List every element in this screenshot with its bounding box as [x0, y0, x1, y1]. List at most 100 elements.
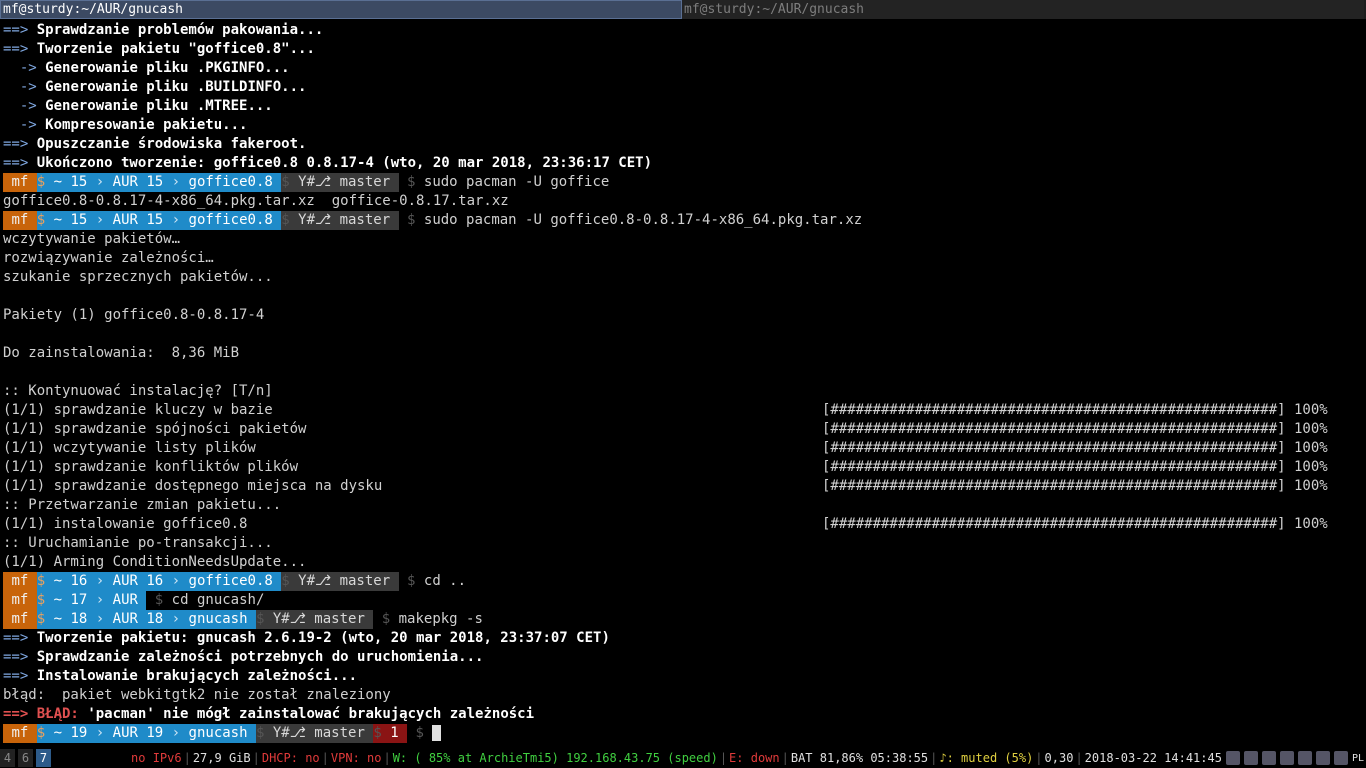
volume-status: ♪: muted (5%) [939, 751, 1034, 765]
progress-label: (1/1) instalowanie goffice0.8 [3, 516, 248, 532]
output-line: Pakiety (1) goffice0.8-0.8.17-4 [3, 307, 265, 323]
output-text: Ukończono tworzenie: goffice0.8 0.8.17-4… [36, 155, 653, 171]
output-line: ==> Sprawdzanie zależności potrzebnych d… [0, 648, 1366, 667]
prompt-user: mf [3, 173, 37, 192]
prompt-user: mf [3, 211, 37, 230]
battery-status: BAT 81,86% 05:38:55 [790, 751, 929, 765]
error-arrow: ==> [3, 706, 37, 722]
workspace-button[interactable]: 6 [18, 749, 33, 767]
output-line: -> Kompresowanie pakietu... [0, 116, 1366, 135]
tab-terminal-2[interactable]: mf@sturdy:~/AUR/gnucash [682, 0, 1364, 19]
output-text: Instalowanie brakujących zależności... [36, 668, 358, 684]
dhcp-status: DHCP: no [261, 751, 320, 765]
discord-tray-icon[interactable] [1297, 751, 1312, 765]
command-text: cd .. [423, 573, 467, 589]
output-line: -> Generowanie pliku .MTREE... [0, 97, 1366, 116]
error-label: BŁĄD: [36, 706, 79, 722]
prompt-git: $ Y#⎇ master [281, 211, 399, 230]
prompt-home: $ ~ 16 › AUR 16 › goffice0.8 [36, 572, 282, 591]
output-line: ==> Sprawdzanie problemów pakowania... [0, 21, 1366, 40]
ipv6-status: no IPv6 [131, 751, 182, 765]
vpn-status: VPN: no [330, 751, 382, 765]
disk-status: 27,9 GiB [192, 751, 251, 765]
output-text: Tworzenie pakietu "goffice0.8"... [36, 41, 315, 57]
volume-tray-icon[interactable] [1225, 751, 1240, 765]
arrow-prefix: -> [3, 98, 46, 114]
output-text: Sprawdzanie zależności potrzebnych do ur… [36, 649, 484, 665]
terminal-cursor[interactable] [432, 725, 442, 741]
output-line: ==> Tworzenie pakietu "goffice0.8"... [0, 40, 1366, 59]
error-text: 'pacman' nie mógł zainstalować brakujący… [87, 706, 535, 722]
tab-terminal-1[interactable]: mf@sturdy:~/AUR/gnucash [0, 0, 682, 19]
output-text: Sprawdzanie problemów pakowania... [36, 22, 324, 38]
shell-prompt: mf $ ~ 15 › AUR 15 › goffice0.8 $ Y#⎇ ma… [0, 173, 1366, 192]
terminal-output[interactable]: ==> Sprawdzanie problemów pakowania... =… [0, 21, 1366, 745]
shell-prompt: mf $ ~ 18 › AUR 18 › gnucash $ Y#⎇ maste… [0, 610, 1366, 629]
progress-label: (1/1) sprawdzanie konfliktów plików [3, 459, 299, 475]
workspace-button[interactable]: 4 [0, 749, 15, 767]
keyboard-layout[interactable]: PL [1352, 753, 1364, 764]
load-status: 0,30 [1044, 751, 1074, 765]
prompt-home: $ ~ 17 › AUR [36, 591, 147, 610]
prompt-git: $ Y#⎇ master [281, 572, 399, 591]
progress-label: (1/1) sprawdzanie dostępnego miejsca na … [3, 478, 383, 494]
prompt-home: $ ~ 15 › AUR 15 › goffice0.8 [36, 211, 282, 230]
progress-label: (1/1) sprawdzanie spójności pakietów [3, 421, 307, 437]
command-text: sudo pacman -U goffice0.8-0.8.17-4-x86_6… [423, 212, 863, 228]
workspace-button-active[interactable]: 7 [36, 749, 51, 767]
branch-icon: ⎇ [315, 212, 332, 228]
output-text: Generowanie pliku .PKGINFO... [45, 60, 290, 76]
output-text: Generowanie pliku .BUILDINFO... [45, 79, 307, 95]
ethernet-status: E: down [729, 751, 780, 765]
error-line: błąd: pakiet webkitgtk2 nie został znale… [3, 687, 391, 703]
prompt-user: mf [3, 610, 37, 629]
output-line: goffice0.8-0.8.17-4-x86_64.pkg.tar.xz go… [3, 193, 509, 209]
arrow-prefix: ==> [3, 136, 37, 152]
shell-prompt: mf $ ~ 17 › AUR $ cd gnucash/ [0, 591, 1366, 610]
tab-bar: mf@sturdy:~/AUR/gnucash mf@sturdy:~/AUR/… [0, 0, 1366, 19]
prompt-home: $ ~ 15 › AUR 15 › goffice0.8 [36, 173, 282, 192]
prompt-git: $ Y#⎇ master [255, 610, 374, 629]
app-tray-icon[interactable] [1279, 751, 1294, 765]
output-text: Opuszczanie środowiska fakeroot. [36, 136, 307, 152]
progress-label: (1/1) wczytywanie listy plików [3, 440, 256, 456]
progress-line: (1/1) sprawdzanie konfliktów plików [####… [0, 458, 1366, 477]
arrow-prefix: ==> [3, 41, 37, 57]
output-line: szukanie sprzecznych pakietów... [3, 269, 273, 285]
output-line: ==> Instalowanie brakujących zależności.… [0, 667, 1366, 686]
prompt-dir: goffice0.8 [188, 174, 273, 190]
grid-tray-icon[interactable] [1333, 751, 1348, 765]
output-line: :: Przetwarzanie zmian pakietu... [3, 497, 282, 513]
prompt-git: $ Y#⎇ master [281, 173, 399, 192]
output-line: -> Generowanie pliku .PKGINFO... [0, 59, 1366, 78]
chat-tray-icon[interactable] [1315, 751, 1330, 765]
prompt-dir: gnucash [188, 725, 248, 741]
output-text: Generowanie pliku .MTREE... [45, 98, 273, 114]
prompt-home: $ ~ 18 › AUR 18 › gnucash [36, 610, 256, 629]
arrow-prefix: ==> [3, 630, 37, 646]
output-line: ==> Tworzenie pakietu: gnucash 2.6.19-2 … [0, 629, 1366, 648]
network-tray-icon[interactable] [1243, 751, 1258, 765]
output-line: :: Uruchamianie po-transakcji... [3, 535, 273, 551]
branch-icon: ⎇ [289, 725, 306, 741]
progress-line: (1/1) wczytywanie listy plików [#########… [0, 439, 1366, 458]
progress-line: (1/1) instalowanie goffice0.8 [##########… [0, 515, 1366, 534]
output-line: ==> Ukończono tworzenie: goffice0.8 0.8.… [0, 154, 1366, 173]
output-line: rozwiązywanie zależności… [3, 250, 214, 266]
arrow-prefix: ==> [3, 649, 37, 665]
command-text: makepkg -s [398, 611, 483, 627]
signal-tray-icon[interactable] [1261, 751, 1276, 765]
branch-icon: ⎇ [315, 573, 332, 589]
progress-line: (1/1) sprawdzanie spójności pakietów [###… [0, 420, 1366, 439]
prompt-dir: gnucash [188, 611, 248, 627]
arrow-prefix: ==> [3, 22, 37, 38]
prompt-home: $ ~ 19 › AUR 19 › gnucash [36, 724, 256, 743]
shell-prompt: mf $ ~ 16 › AUR 16 › goffice0.8 $ Y#⎇ ma… [0, 572, 1366, 591]
output-line: :: Kontynuować instalację? [T/n] [3, 383, 273, 399]
error-line: ==> BŁĄD: 'pacman' nie mógł zainstalować… [0, 705, 1366, 724]
branch-icon: ⎇ [289, 611, 306, 627]
output-text: Tworzenie pakietu: gnucash 2.6.19-2 (wto… [36, 630, 610, 646]
